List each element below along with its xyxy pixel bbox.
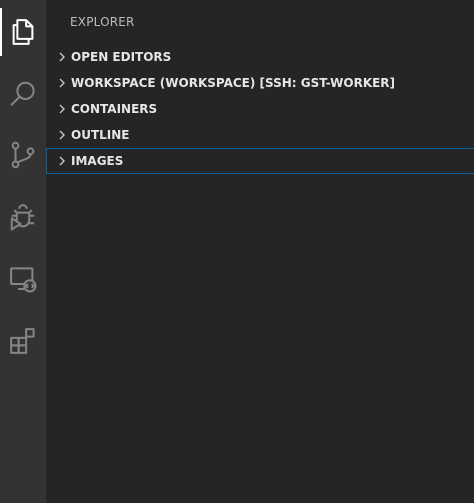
files-icon [12, 19, 34, 45]
section-label: OPEN EDITORS [71, 50, 172, 64]
section-outline[interactable]: OUTLINE [46, 122, 474, 148]
chevron-right-icon [54, 49, 70, 65]
search-icon [10, 81, 35, 106]
chevron-right-icon [54, 127, 70, 143]
section-label: CONTAINERS [71, 102, 158, 116]
source-control-icon [11, 141, 35, 169]
activity-explorer[interactable] [0, 8, 46, 56]
sidebar-title: EXPLORER [70, 15, 135, 29]
activity-extensions[interactable] [0, 317, 46, 365]
activity-run-debug[interactable] [0, 193, 46, 241]
activity-bar [0, 0, 46, 503]
activity-remote-explorer[interactable] [0, 255, 46, 303]
section-label: IMAGES [71, 154, 124, 168]
chevron-right-icon [54, 75, 70, 91]
vscode-window: EXPLORER OPEN EDITORS WORKSPACE (WORKSPA… [0, 0, 474, 503]
section-open-editors[interactable]: OPEN EDITORS [46, 44, 474, 70]
extensions-icon [10, 328, 35, 354]
chevron-right-icon [54, 153, 70, 169]
section-label: OUTLINE [71, 128, 130, 142]
section-containers[interactable]: CONTAINERS [46, 96, 474, 122]
activity-source-control[interactable] [0, 131, 46, 179]
chevron-right-icon [54, 101, 70, 117]
section-label: WORKSPACE (WORKSPACE) [SSH: GST-WORKER] [71, 76, 396, 90]
activity-search[interactable] [0, 70, 46, 118]
explorer-sidebar: EXPLORER OPEN EDITORS WORKSPACE (WORKSPA… [46, 0, 474, 503]
sidebar-header: EXPLORER [46, 0, 474, 44]
section-workspace[interactable]: WORKSPACE (WORKSPACE) [SSH: GST-WORKER] [46, 70, 474, 96]
remote-explorer-icon [10, 267, 37, 293]
section-images[interactable]: IMAGES [46, 148, 474, 174]
debug-icon [10, 204, 35, 231]
